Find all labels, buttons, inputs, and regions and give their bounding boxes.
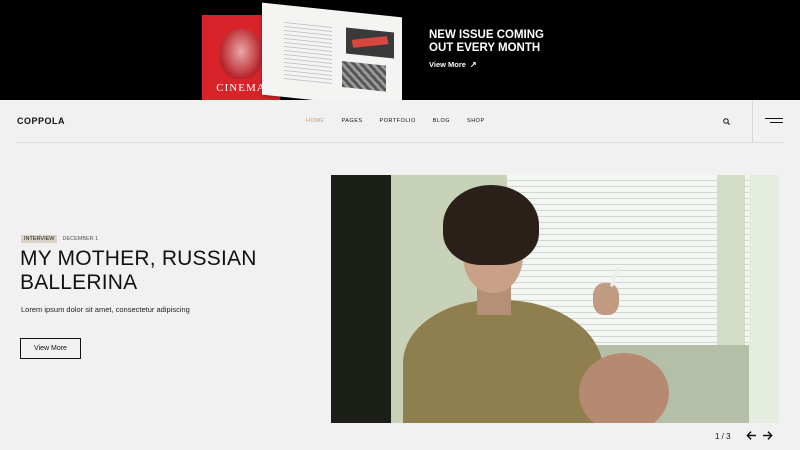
- promo-headline: NEW ISSUE COMING OUT EVERY MONTH: [429, 29, 545, 54]
- hero-subtitle: Lorem ipsum dolor sit amet, consectetur …: [21, 305, 190, 314]
- magazine-spread-image: [262, 2, 402, 100]
- nav-item-shop[interactable]: SHOP: [467, 118, 485, 124]
- arrow-left-icon[interactable]: [746, 430, 757, 441]
- slide-counter: 1 / 3: [715, 432, 731, 441]
- promo-link-label: View More: [429, 60, 466, 69]
- nav-item-home[interactable]: HOME: [306, 118, 325, 124]
- main-nav: HOME PAGES PORTFOLIO BLOG SHOP: [306, 118, 502, 124]
- promo-banner: CINEMA NEW ISSUE COMING OUT EVERY MONTH …: [0, 0, 800, 100]
- hero-title[interactable]: MY MOTHER, RUSSIAN BALLERINA: [20, 247, 280, 295]
- arrow-right-icon[interactable]: [762, 430, 773, 441]
- nav-item-portfolio[interactable]: PORTFOLIO: [380, 118, 416, 124]
- header-divider: [752, 100, 753, 142]
- site-header: COPPOLA HOME PAGES PORTFOLIO BLOG SHOP: [0, 100, 800, 142]
- category-badge[interactable]: INTERVIEW: [21, 235, 58, 243]
- nav-item-pages[interactable]: PAGES: [342, 118, 363, 124]
- header-rule: [17, 142, 783, 143]
- hero-photo[interactable]: [331, 175, 779, 423]
- search-icon[interactable]: [723, 118, 730, 125]
- hamburger-menu-icon[interactable]: [765, 118, 783, 124]
- site-logo[interactable]: COPPOLA: [17, 116, 65, 126]
- promo-view-more-link[interactable]: View More ↗: [429, 60, 477, 69]
- arrow-up-right-icon: ↗: [469, 60, 477, 69]
- post-meta: INTERVIEW DECEMBER 1: [21, 235, 98, 243]
- view-more-button[interactable]: View More: [20, 338, 81, 359]
- post-date: DECEMBER 1: [62, 236, 99, 242]
- nav-item-blog[interactable]: BLOG: [433, 118, 450, 124]
